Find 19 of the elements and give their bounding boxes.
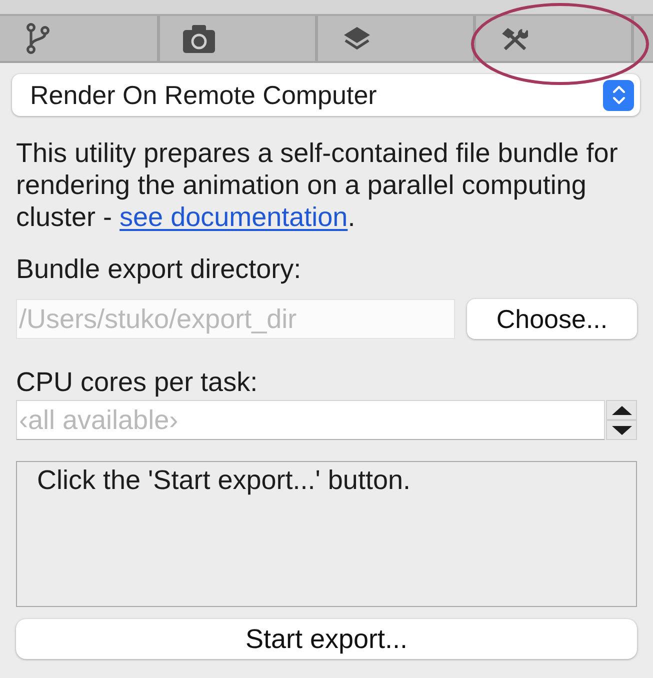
decrement-button[interactable] [606,420,637,440]
cpu-cores-label: CPU cores per task: [16,366,258,398]
up-triangle-icon [612,406,632,414]
description-text: This utility prepares a self-contained file bundle for rendering the animation on a parallel computing cluster - see documentation. [16,137,619,233]
cpu-cores-field[interactable]: ‹all available› [16,400,605,440]
start-export-button[interactable]: Start export... [16,619,637,659]
increment-button[interactable] [606,400,637,420]
branch-icon [26,23,50,54]
layers-icon [344,26,370,50]
stepper-chevrons-icon [603,80,634,110]
mode-dropdown[interactable]: Render On Remote Computer [12,74,640,116]
documentation-link[interactable]: see documentation [120,202,348,232]
down-triangle-icon [612,426,632,434]
log-message: Click the 'Start export...' button. [37,465,410,495]
tools-icon [502,28,528,50]
export-directory-field[interactable]: /Users/stuko/export_dir [16,299,455,339]
export-directory-label: Bundle export directory: [16,253,302,285]
camera-icon [183,24,215,52]
choose-button[interactable]: Choose... [467,299,637,339]
